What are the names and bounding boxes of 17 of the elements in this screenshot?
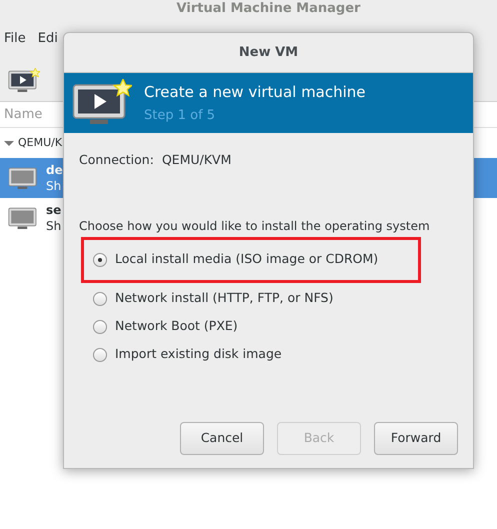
option-label: Network install (HTTP, FTP, or NFS): [115, 289, 334, 308]
vm-name: de: [46, 162, 63, 178]
header-step: Step 1 of 5: [144, 106, 366, 126]
connection-value: QEMU/KVM: [162, 151, 232, 169]
vm-status: Sh: [46, 218, 62, 234]
option-label: Import existing disk image: [115, 345, 282, 364]
option-label: Local install media (ISO image or CDROM): [115, 250, 378, 268]
install-prompt: Choose how you would like to install the operating system: [79, 218, 431, 235]
option-label: Network Boot (PXE): [115, 317, 238, 336]
column-header: Name: [4, 106, 42, 124]
connection-label: Connection:: [79, 151, 154, 169]
vm-name: se: [46, 202, 62, 218]
tree-label: QEMU/K: [18, 134, 62, 151]
header-title: Create a new virtual machine: [144, 82, 366, 102]
dialog-title: New VM: [238, 44, 298, 62]
vm-status: Sh: [46, 178, 62, 194]
window-title: Virtual Machine Manager: [176, 2, 360, 16]
